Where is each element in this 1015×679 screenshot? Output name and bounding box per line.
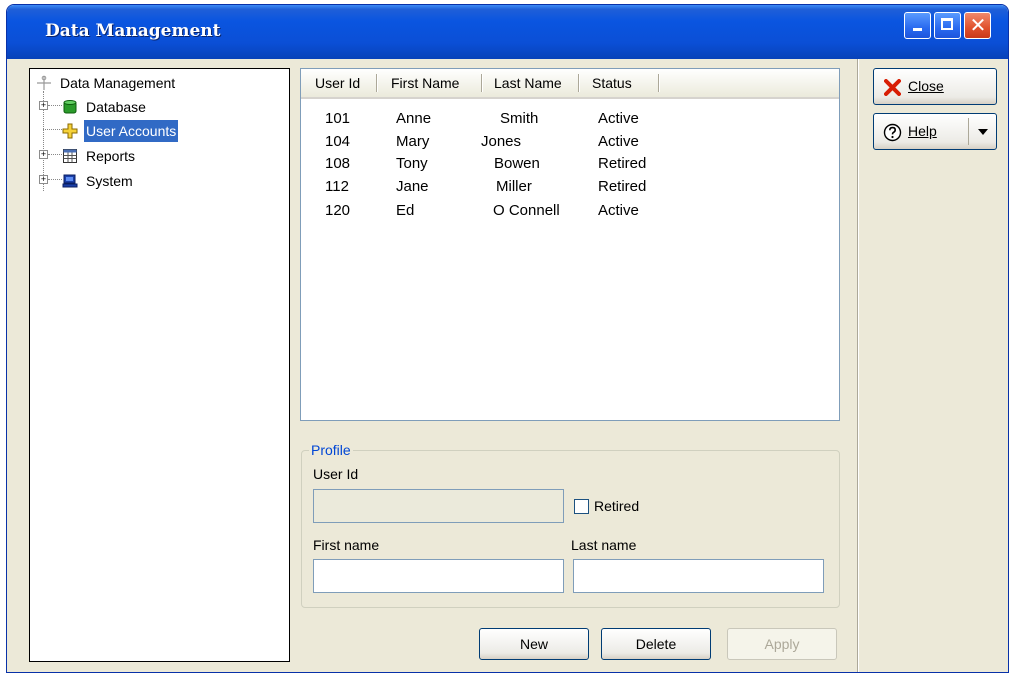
- column-header-first-name[interactable]: First Name: [391, 69, 459, 97]
- user-id-field: [313, 489, 564, 523]
- tree-item-system[interactable]: System: [62, 170, 262, 192]
- retired-label[interactable]: Retired: [594, 498, 639, 514]
- cell-user-id: 101: [325, 110, 351, 127]
- question-circle-icon: [883, 123, 902, 142]
- cell-last-name: Miller: [496, 178, 532, 195]
- cell-first-name: Tony: [396, 155, 428, 172]
- last-name-field[interactable]: [573, 559, 824, 593]
- cell-user-id: 104: [325, 133, 351, 150]
- tree-connector: [48, 179, 62, 180]
- column-divider[interactable]: [658, 74, 660, 92]
- maximize-button[interactable]: [934, 12, 961, 39]
- navigation-tree[interactable]: Data Management + Database User Accounts…: [29, 68, 290, 662]
- tree-item-label: Reports: [86, 148, 136, 164]
- help-button[interactable]: Help: [873, 113, 997, 150]
- cell-user-id: 108: [325, 155, 351, 172]
- chevron-down-icon[interactable]: [978, 129, 988, 135]
- tree-item-label: Database: [86, 99, 146, 115]
- apply-button[interactable]: Apply: [727, 628, 837, 660]
- close-window-button[interactable]: ✕: [964, 12, 991, 39]
- expand-system-icon[interactable]: +: [39, 175, 48, 184]
- cell-first-name: Ed: [396, 202, 415, 219]
- column-header-user-id[interactable]: User Id: [315, 69, 360, 97]
- expand-reports-icon[interactable]: +: [39, 150, 48, 159]
- help-split-divider: [968, 118, 969, 145]
- cell-status: Retired: [598, 178, 647, 195]
- column-header-status[interactable]: Status: [592, 69, 632, 97]
- list-header: User Id First Name Last Name Status: [301, 69, 839, 99]
- delete-button[interactable]: Delete: [601, 628, 711, 660]
- cell-status: Retired: [598, 155, 647, 172]
- cell-first-name: Anne: [396, 110, 432, 127]
- help-button-label: Help: [908, 123, 937, 139]
- database-icon: [63, 100, 77, 114]
- red-x-icon: [884, 79, 901, 96]
- retired-checkbox[interactable]: [574, 499, 589, 514]
- tree-item-user-accounts[interactable]: User Accounts: [62, 120, 262, 142]
- user-accounts-icon: [62, 123, 78, 139]
- reports-icon: [63, 149, 77, 163]
- close-button-label: Close: [908, 78, 944, 94]
- side-separator: [857, 59, 859, 672]
- cell-last-name: Bowen: [494, 155, 540, 172]
- computer-icon: [62, 174, 78, 188]
- close-button[interactable]: Close: [873, 68, 997, 105]
- tree-connector: [48, 105, 62, 106]
- tree-item-database[interactable]: Database: [62, 96, 262, 118]
- close-icon: ✕: [969, 13, 987, 37]
- cell-first-name: Jane: [396, 178, 429, 195]
- tree-item-label: Data Management: [60, 75, 176, 91]
- first-name-label: First name: [313, 537, 380, 553]
- cell-last-name: O Connell: [493, 202, 560, 219]
- column-divider[interactable]: [578, 74, 580, 92]
- tree-connector: [48, 154, 62, 155]
- expand-database-icon[interactable]: +: [39, 101, 48, 110]
- cell-status: Active: [598, 110, 639, 127]
- tree-item-reports[interactable]: Reports: [62, 145, 262, 167]
- anchor-icon: [37, 75, 51, 90]
- column-divider[interactable]: [376, 74, 378, 92]
- main-window: Data Management ✕ Data Management + Data: [6, 4, 1009, 673]
- tree-item-data-management[interactable]: Data Management: [36, 72, 276, 94]
- tree-item-label: User Accounts: [84, 120, 179, 142]
- cell-status: Active: [598, 202, 639, 219]
- cell-last-name: Smith: [500, 110, 539, 127]
- maximize-icon: [941, 18, 953, 30]
- user-list[interactable]: User Id First Name Last Name Status 101 …: [300, 68, 840, 421]
- minimize-icon: [913, 28, 922, 31]
- tree-item-label: System: [86, 173, 133, 189]
- cell-status: Active: [598, 133, 639, 150]
- cell-first-name: Mary: [396, 133, 430, 150]
- profile-legend: Profile: [309, 442, 353, 458]
- new-button[interactable]: New: [479, 628, 589, 660]
- column-divider[interactable]: [481, 74, 483, 92]
- cell-last-name: Jones: [481, 133, 522, 150]
- last-name-label: Last name: [571, 537, 637, 553]
- window-title: Data Management: [45, 21, 221, 41]
- column-header-last-name[interactable]: Last Name: [494, 69, 562, 97]
- first-name-field[interactable]: [313, 559, 564, 593]
- minimize-button[interactable]: [904, 12, 931, 39]
- user-id-label: User Id: [313, 466, 359, 482]
- cell-user-id: 112: [325, 178, 349, 195]
- cell-user-id: 120: [325, 202, 351, 219]
- tree-connector: [43, 129, 62, 130]
- title-bar[interactable]: Data Management ✕: [7, 5, 1008, 59]
